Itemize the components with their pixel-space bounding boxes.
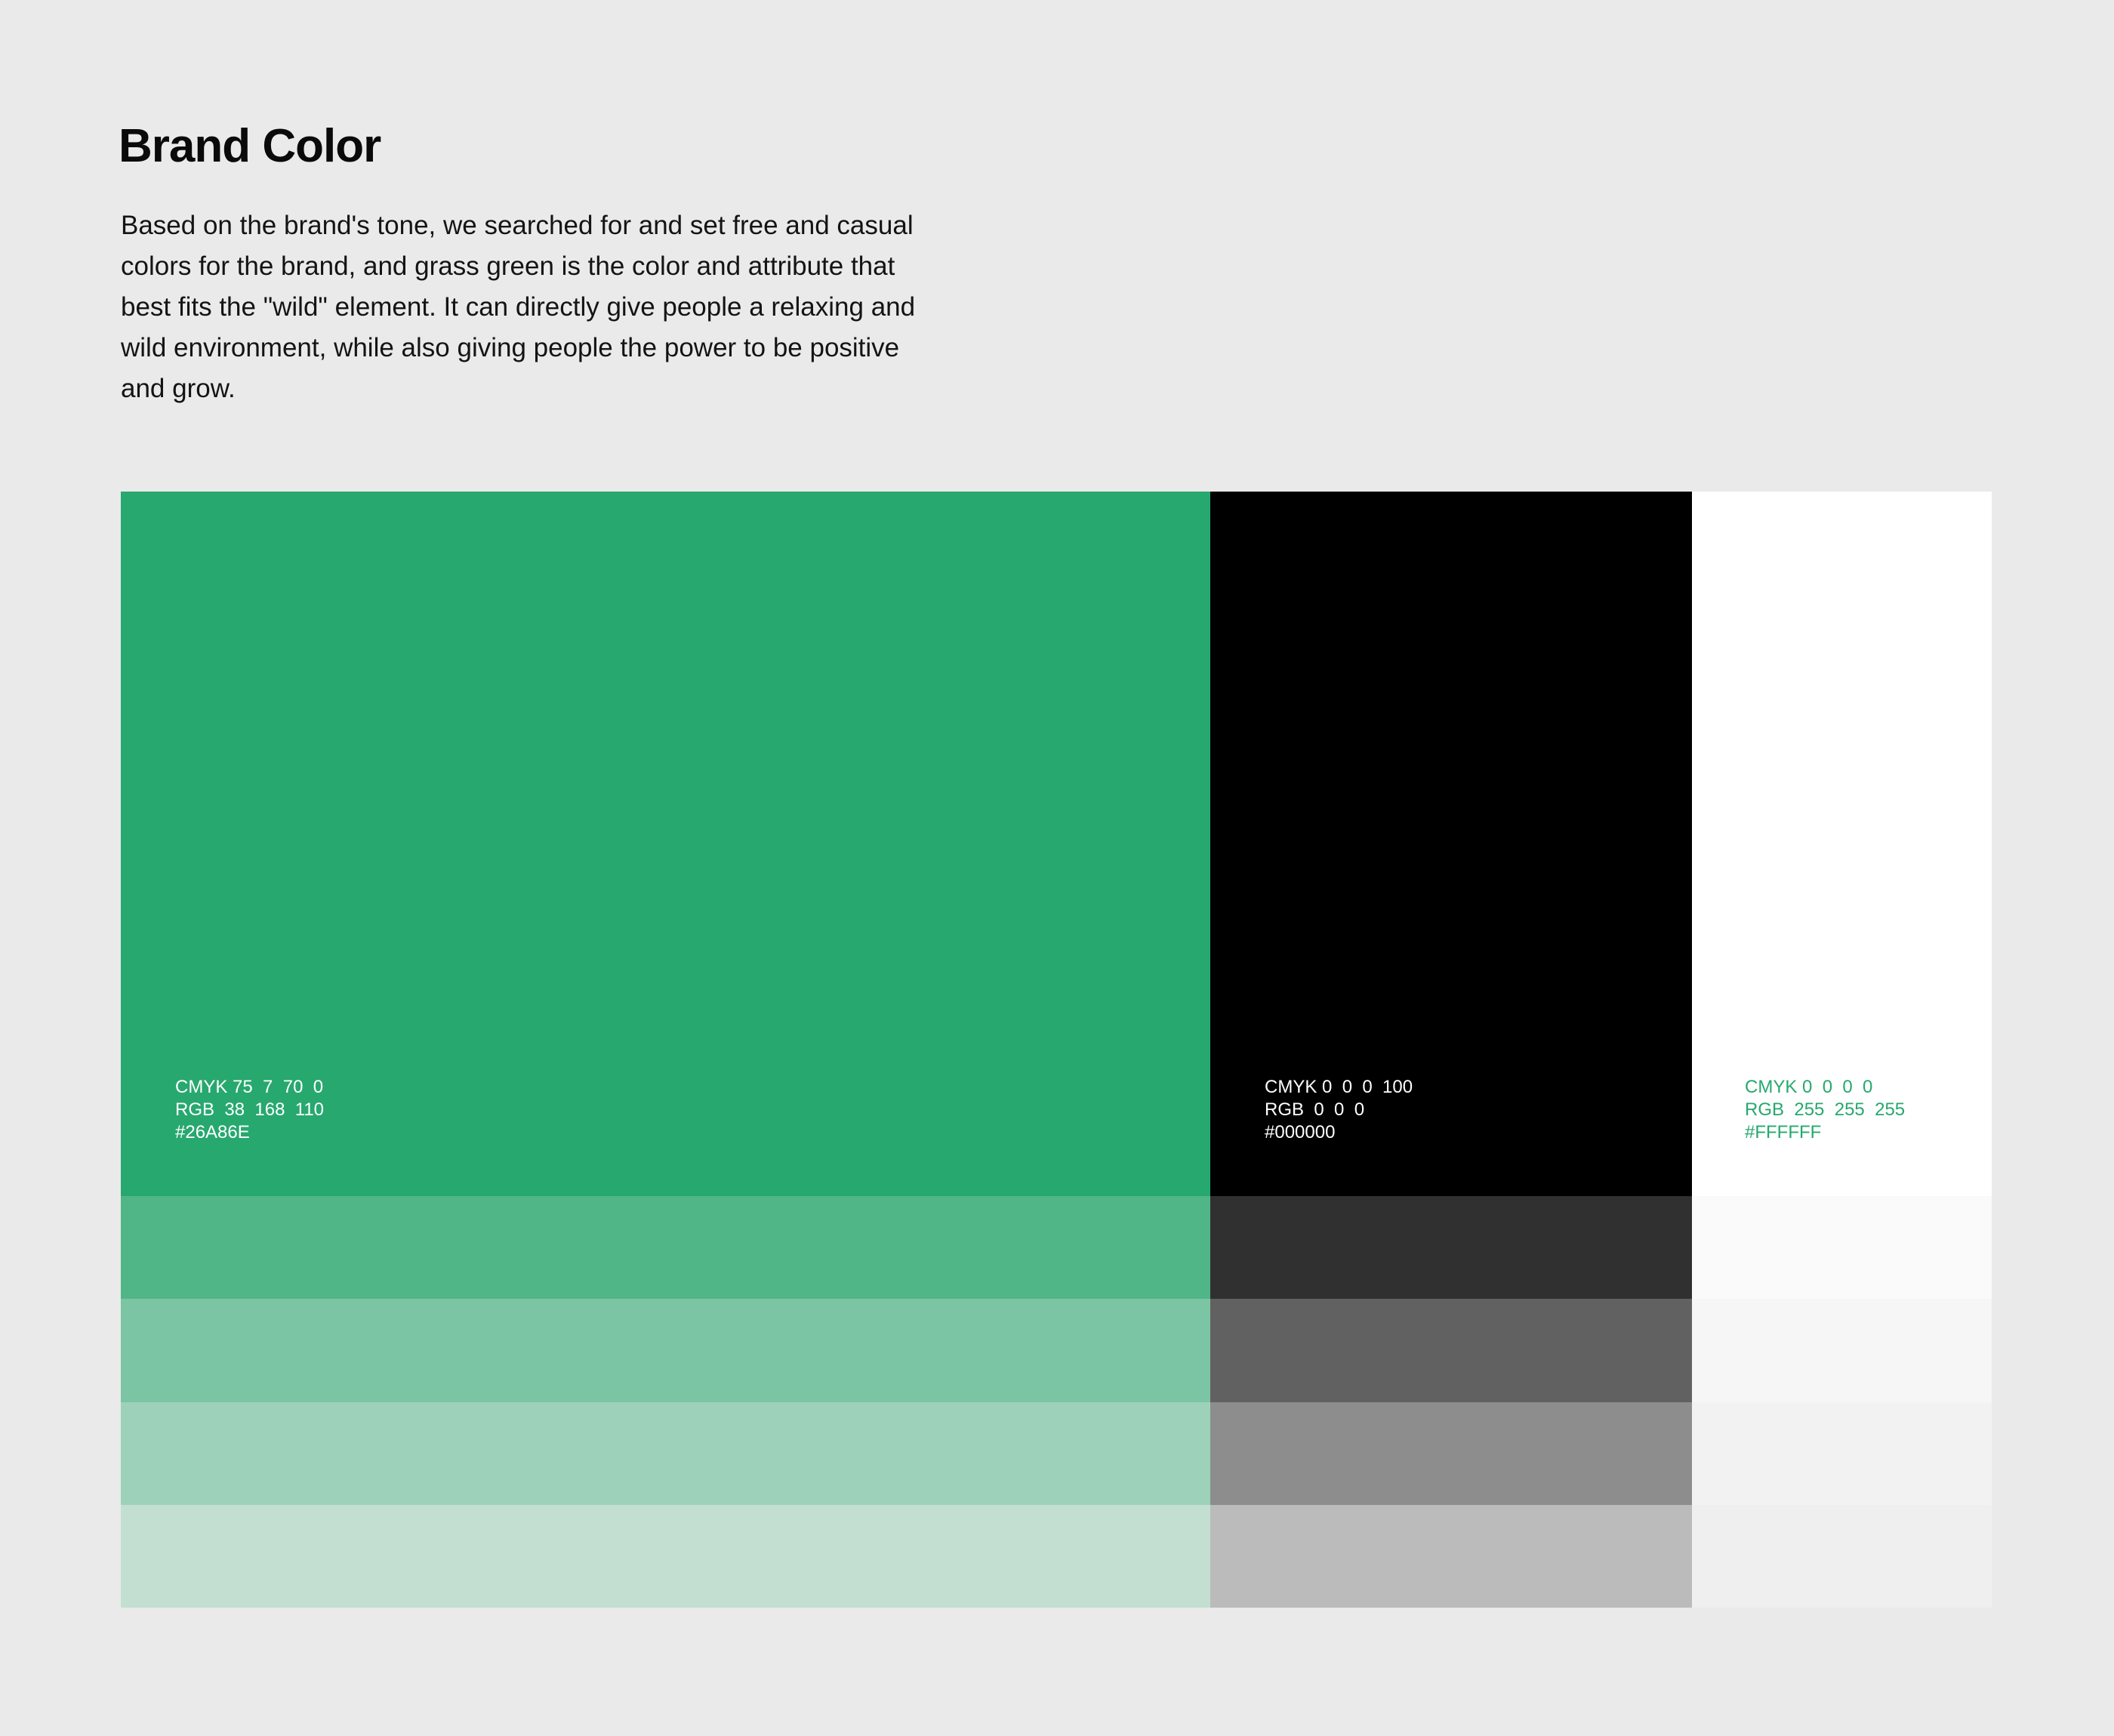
tint-swatch bbox=[1692, 1299, 1992, 1402]
hex-value: #FFFFFF bbox=[1745, 1122, 1822, 1142]
tint-swatch bbox=[121, 1505, 1210, 1608]
tint-swatch bbox=[1692, 1505, 1992, 1608]
cmyk-value: CMYK 0 0 0 0 bbox=[1745, 1077, 1873, 1097]
tint-swatch bbox=[121, 1196, 1210, 1299]
primary-swatch-black: CMYK 0 0 0 100 RGB 0 0 0 #000000 bbox=[1210, 492, 1692, 1196]
primary-swatch-green: CMYK 75 7 70 0 RGB 38 168 110 #26A86E bbox=[121, 492, 1210, 1196]
tint-swatch bbox=[121, 1402, 1210, 1505]
tint-swatch bbox=[1210, 1299, 1692, 1402]
rgb-value: RGB 0 0 0 bbox=[1265, 1099, 1365, 1120]
color-codes-black: CMYK 0 0 0 100 RGB 0 0 0 #000000 bbox=[1265, 1076, 1413, 1144]
color-column-white: CMYK 0 0 0 0 RGB 255 255 255 #FFFFFF bbox=[1692, 492, 1992, 1608]
tint-swatch bbox=[1210, 1505, 1692, 1608]
page-title: Brand Color bbox=[119, 120, 381, 172]
color-codes-green: CMYK 75 7 70 0 RGB 38 168 110 #26A86E bbox=[175, 1076, 324, 1144]
cmyk-value: CMYK 0 0 0 100 bbox=[1265, 1077, 1413, 1097]
color-column-black: CMYK 0 0 0 100 RGB 0 0 0 #000000 bbox=[1210, 492, 1692, 1608]
rgb-value: RGB 255 255 255 bbox=[1745, 1099, 1906, 1120]
tint-swatch bbox=[121, 1299, 1210, 1402]
color-column-green: CMYK 75 7 70 0 RGB 38 168 110 #26A86E bbox=[121, 492, 1210, 1608]
hex-value: #000000 bbox=[1265, 1122, 1336, 1142]
color-codes-white: CMYK 0 0 0 0 RGB 255 255 255 #FFFFFF bbox=[1745, 1076, 1905, 1144]
hex-value: #26A86E bbox=[175, 1122, 250, 1142]
primary-swatch-white: CMYK 0 0 0 0 RGB 255 255 255 #FFFFFF bbox=[1692, 492, 1992, 1196]
cmyk-value: CMYK 75 7 70 0 bbox=[175, 1077, 324, 1097]
description-paragraph: Based on the brand's tone, we searched f… bbox=[121, 211, 916, 403]
tint-swatch bbox=[1692, 1196, 1992, 1299]
tint-swatch bbox=[1692, 1402, 1992, 1505]
rgb-value: RGB 38 168 110 bbox=[175, 1099, 325, 1120]
tint-swatch bbox=[1210, 1196, 1692, 1299]
tint-swatch bbox=[1210, 1402, 1692, 1505]
color-palette: CMYK 75 7 70 0 RGB 38 168 110 #26A86E CM… bbox=[121, 492, 1992, 1608]
